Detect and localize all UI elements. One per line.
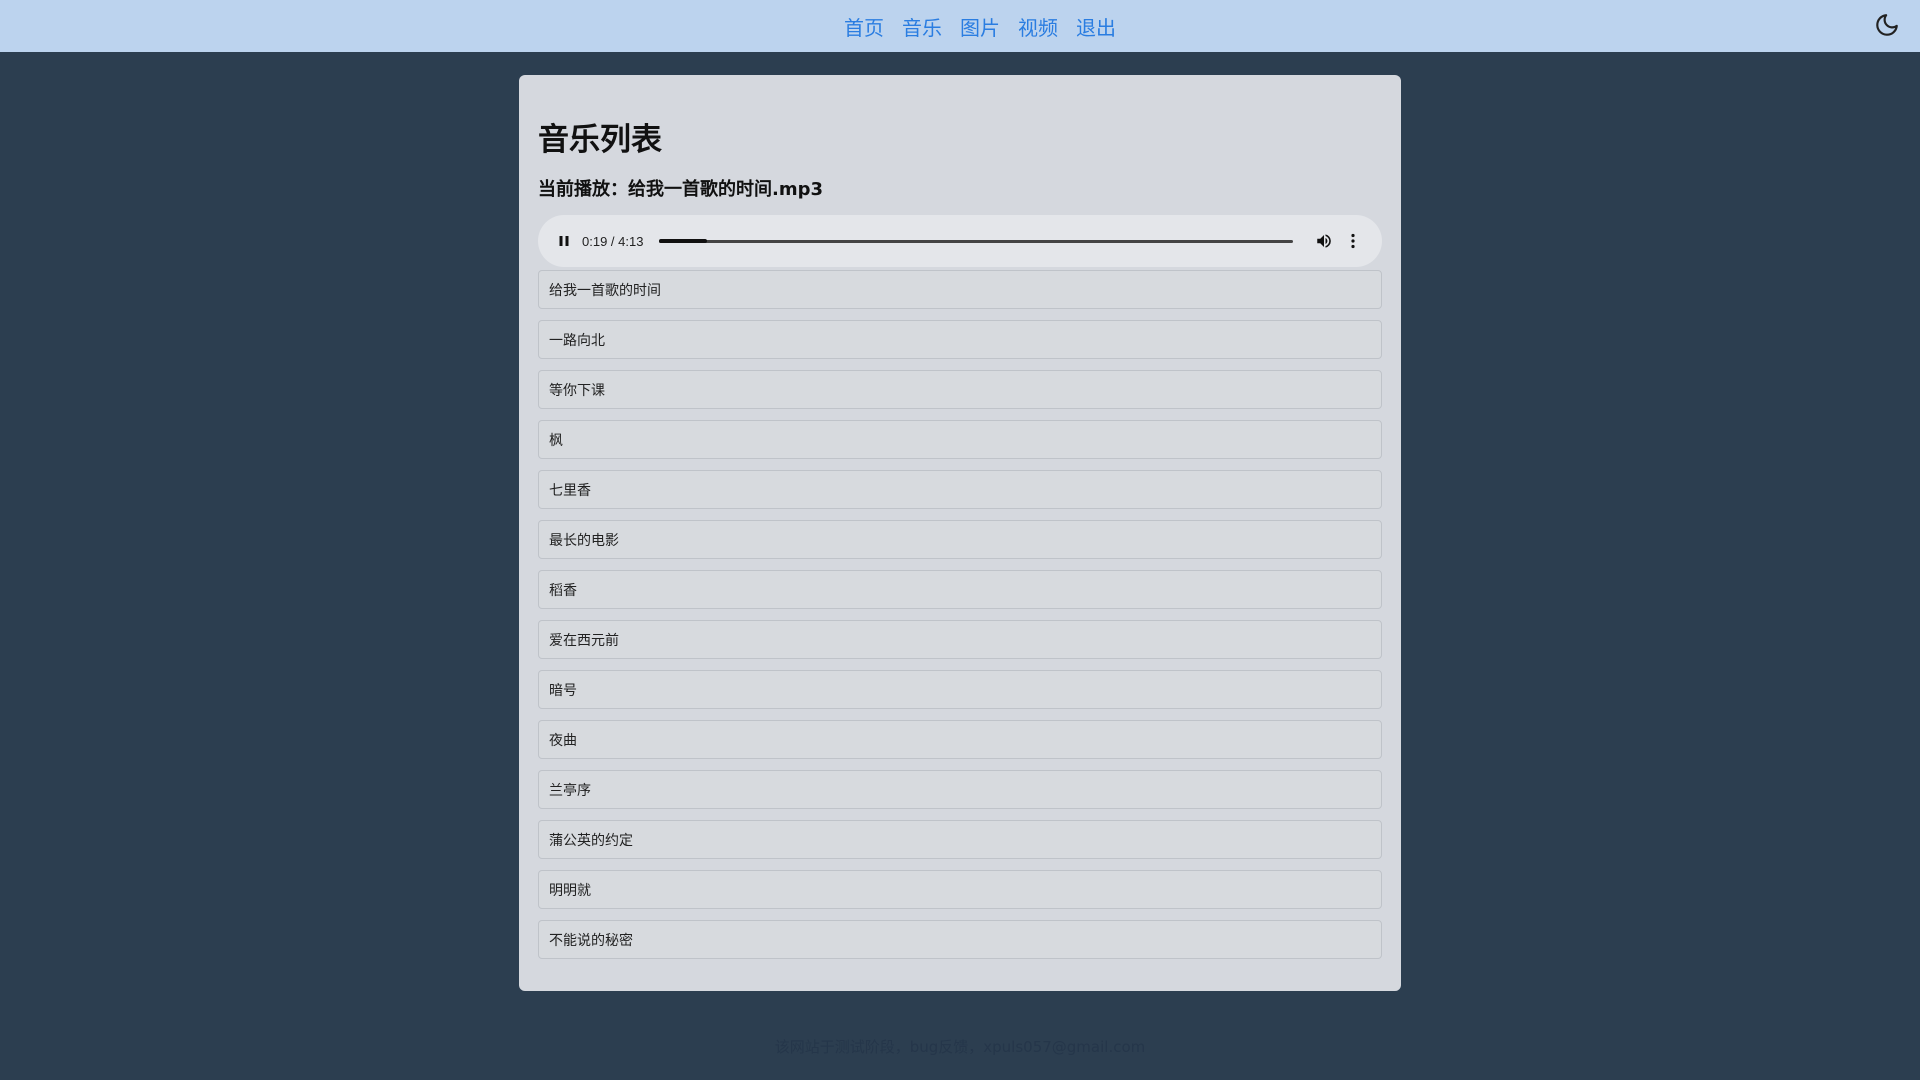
footer-text: 该网站于测试阶段，bug反馈，xpuls057@gmail.com (774, 1038, 1146, 1056)
song-item[interactable]: 枫 (538, 420, 1382, 459)
moon-icon (1876, 14, 1898, 36)
song-item[interactable]: 给我一首歌的时间 (538, 270, 1382, 309)
song-item[interactable]: 七里香 (538, 470, 1382, 509)
theme-toggle-button[interactable] (1874, 12, 1900, 38)
song-item[interactable]: 爱在西元前 (538, 620, 1382, 659)
progress-fill (659, 239, 707, 243)
progress-slider[interactable] (659, 239, 1294, 243)
nav-logout-link[interactable]: 退出 (1076, 12, 1116, 41)
pause-icon (559, 236, 569, 246)
song-item[interactable]: 一路向北 (538, 320, 1382, 359)
song-item[interactable]: 明明就 (538, 870, 1382, 909)
song-item[interactable]: 夜曲 (538, 720, 1382, 759)
song-item[interactable]: 兰亭序 (538, 770, 1382, 809)
song-item[interactable]: 等你下课 (538, 370, 1382, 409)
playback-time: 0:19 / 4:13 (582, 233, 644, 249)
page-title: 音乐列表 (538, 122, 662, 158)
main-nav: 首页 音乐 图片 视频 退出 (0, 0, 1920, 52)
volume-button[interactable] (1313, 230, 1335, 252)
now-playing-label: 当前播放：给我一首歌的时间.mp3 (538, 179, 824, 200)
song-list: 给我一首歌的时间 一路向北等你下课枫七里香最长的电影稻香爱在西元前暗号夜曲兰亭序蒲… (538, 270, 1382, 970)
more-options-button[interactable] (1343, 230, 1363, 252)
song-item[interactable]: 稻香 (538, 570, 1382, 609)
music-panel: 音乐列表 当前播放：给我一首歌的时间.mp3 0:19 / 4:13 给我一首歌… (519, 75, 1401, 991)
nav-home-link[interactable]: 首页 (844, 12, 884, 41)
volume-icon (1317, 234, 1332, 248)
song-item[interactable]: 蒲公英的约定 (538, 820, 1382, 859)
song-item[interactable]: 暗号 (538, 670, 1382, 709)
nav-video-link[interactable]: 视频 (1018, 12, 1058, 41)
nav-music-link[interactable]: 音乐 (902, 12, 942, 41)
song-item[interactable]: 不能说的秘密 (538, 920, 1382, 959)
top-navbar: 首页 音乐 图片 视频 退出 (0, 0, 1920, 52)
more-vertical-icon (1351, 233, 1356, 249)
play-pause-button[interactable] (554, 231, 574, 251)
audio-player: 0:19 / 4:13 (538, 215, 1382, 267)
song-item[interactable]: 最长的电影 (538, 520, 1382, 559)
nav-pictures-link[interactable]: 图片 (960, 12, 1000, 41)
